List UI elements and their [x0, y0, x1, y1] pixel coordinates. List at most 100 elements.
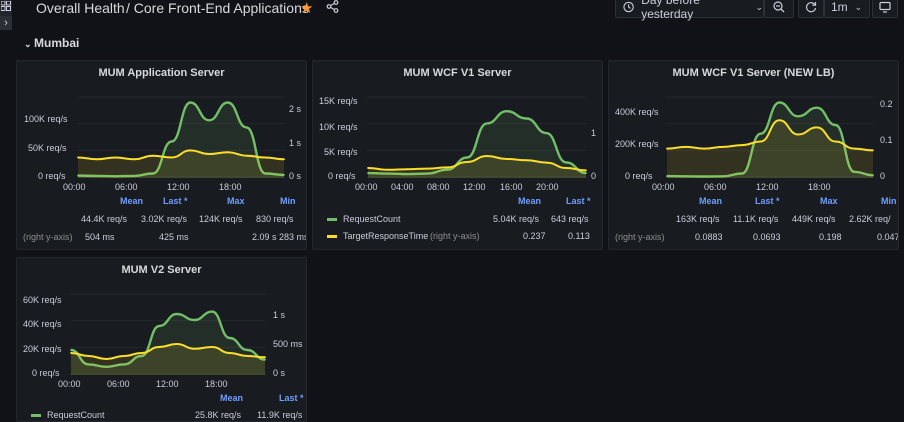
x-tick: 20:00 — [536, 182, 559, 192]
legend-header-last[interactable]: Last * — [566, 196, 591, 206]
data-point — [778, 101, 781, 104]
legend-color-swatch — [327, 235, 337, 238]
legend-value: 0.237 — [523, 231, 546, 241]
y-tick: 20K req/s — [23, 344, 62, 354]
legend-header-max[interactable]: Max — [820, 196, 838, 206]
time-range-picker[interactable]: Day before yesterday ⌄ — [615, 0, 764, 21]
data-point — [759, 140, 762, 143]
data-point — [815, 126, 818, 129]
x-tick: 18:00 — [808, 182, 831, 192]
sidebar-toggle-icon[interactable]: › — [0, 16, 12, 30]
timeseries-plot[interactable] — [666, 96, 874, 178]
y2-tick: 1 s — [289, 138, 302, 148]
data-point — [565, 167, 568, 169]
legend-header-mean[interactable]: Mean — [699, 196, 722, 206]
x-tick: 18:00 — [219, 182, 242, 192]
timeseries-plot[interactable] — [77, 96, 285, 178]
data-point — [211, 310, 214, 313]
panel-mum-wcf-v1-server[interactable]: MUM WCF V1 Server 15K req/s 10K req/s 5K… — [312, 60, 603, 250]
legend-series-label[interactable]: TargetResponseTime — [343, 231, 428, 241]
data-point — [226, 101, 229, 104]
data-point — [140, 352, 143, 354]
share-icon[interactable] — [326, 0, 339, 13]
data-point — [152, 154, 154, 157]
legend-header-last[interactable]: Last * — [279, 393, 304, 403]
legend-series-label[interactable]: RequestCount — [47, 410, 105, 420]
data-point — [703, 147, 706, 150]
data-point — [228, 337, 231, 339]
data-point — [386, 168, 389, 171]
y-tick: 200K req/s — [615, 139, 659, 149]
data-point — [367, 167, 369, 169]
data-point — [170, 140, 173, 143]
data-point — [246, 349, 249, 351]
y-tick: 0 req/s — [625, 171, 653, 181]
y2-tick: 0 s — [273, 368, 286, 378]
data-point — [505, 158, 508, 160]
y2-tick: 500 ms — [273, 339, 303, 349]
legend-value: 0.047 — [877, 232, 899, 242]
data-point — [545, 132, 548, 134]
legend-value: 0.113 — [568, 231, 590, 241]
legend-header-mean[interactable]: Mean — [518, 196, 541, 206]
star-icon[interactable]: ★ — [300, 0, 313, 17]
panel-title: MUM WCF V1 Server (NEW LB) — [672, 67, 835, 79]
x-tick: 06:00 — [704, 182, 727, 192]
y-tick: 5K req/s — [324, 147, 358, 157]
data-point — [246, 355, 249, 357]
legend-header-max[interactable]: Max — [227, 196, 245, 206]
x-tick: 00:00 — [652, 182, 675, 192]
x-tick: 06:00 — [115, 182, 138, 192]
y2-tick: 0 s — [289, 171, 302, 181]
legend-header-mean[interactable]: Mean — [120, 196, 143, 206]
zoom-out-button[interactable] — [764, 0, 794, 18]
x-tick: 12:00 — [167, 182, 190, 192]
data-point — [175, 313, 178, 315]
legend-series-label[interactable]: (right y-axis) — [615, 232, 665, 242]
apps-grid-icon — [1, 1, 11, 11]
x-tick: 18:00 — [205, 379, 228, 389]
refresh-interval-picker[interactable]: 1m ⌄ — [824, 0, 870, 18]
legend-header-min[interactable]: Min — [881, 196, 897, 206]
legend-header-min[interactable]: Min — [280, 196, 296, 206]
data-point — [264, 356, 266, 359]
data-point — [226, 151, 229, 154]
data-point — [797, 115, 799, 118]
data-point — [486, 155, 488, 157]
timeseries-plot[interactable] — [367, 96, 587, 178]
y-tick: 40K req/s — [23, 319, 62, 329]
data-point — [228, 352, 231, 354]
row-header[interactable]: ⌄ Mumbai — [24, 36, 79, 50]
x-tick: 08:00 — [427, 182, 450, 192]
data-point — [114, 156, 117, 159]
panel-mum-wcf-v1-server-new-lb[interactable]: MUM WCF V1 Server (NEW LB) 400K req/s 20… — [608, 60, 899, 250]
data-point — [545, 161, 548, 164]
y-tick: 0 req/s — [32, 368, 60, 378]
data-point — [77, 156, 79, 159]
panel-mum-application-server[interactable]: MUM Application Server 100K req/s 50K re… — [16, 60, 307, 250]
data-point — [264, 156, 267, 159]
y-tick: 10K req/s — [319, 122, 358, 132]
legend-header-last[interactable]: Last * — [755, 196, 780, 206]
data-point — [208, 153, 211, 155]
chevron-down-icon: ⌄ — [854, 1, 863, 12]
refresh-button[interactable] — [798, 0, 824, 18]
breadcrumb-folder[interactable]: Overall Health — [36, 0, 125, 16]
data-point — [565, 161, 568, 164]
legend-value: 0.198 — [819, 232, 842, 242]
data-point — [466, 156, 468, 159]
legend-series-label[interactable]: (right y-axis) — [23, 232, 73, 242]
legend-header-last[interactable]: Last * — [163, 196, 188, 206]
data-point — [759, 132, 762, 135]
legend-series-label[interactable]: RequestCount — [343, 214, 401, 224]
timeseries-plot[interactable] — [70, 293, 266, 375]
y2-tick: 0 — [591, 171, 597, 181]
data-point — [245, 126, 248, 129]
tv-icon — [879, 1, 891, 13]
tv-mode-button[interactable] — [872, 0, 898, 18]
data-point — [70, 352, 72, 354]
legend-value: 11.9K req/s — [257, 410, 303, 420]
legend-header-mean[interactable]: Mean — [220, 393, 243, 403]
x-tick: 16:00 — [500, 182, 523, 192]
panel-mum-v2-server[interactable]: MUM V2 Server 60K req/s 40K req/s 20K re… — [16, 257, 307, 422]
